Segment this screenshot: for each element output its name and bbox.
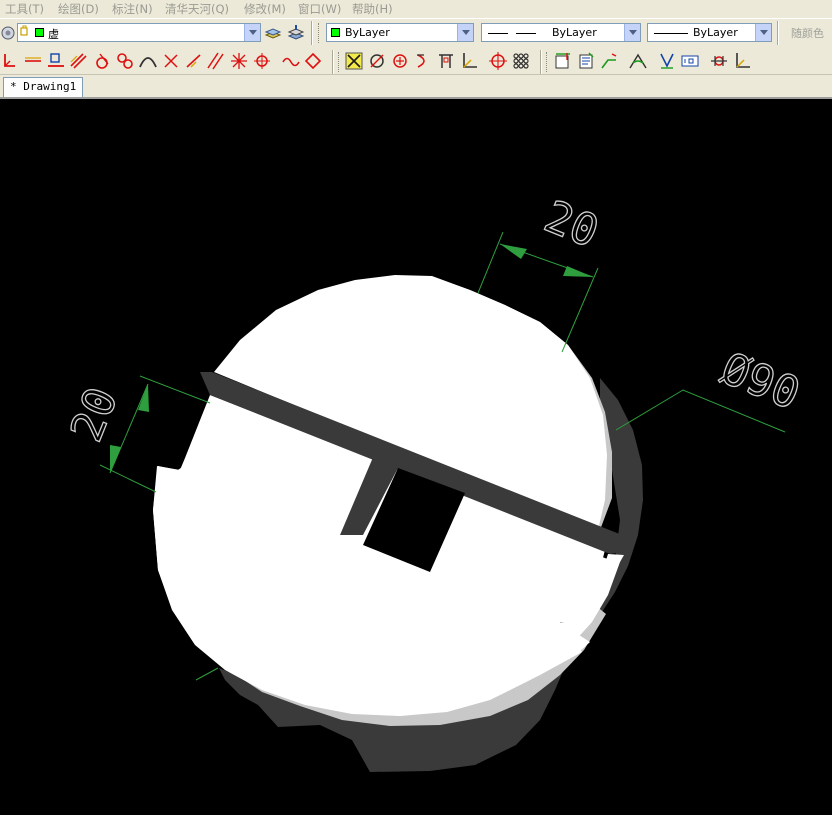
color-dropdown-arrow[interactable] [457, 24, 473, 41]
align-icon[interactable] [45, 50, 67, 72]
offset-icon[interactable] [67, 50, 89, 72]
layer-combo[interactable]: 虚 [17, 23, 261, 42]
linetype-combo[interactable]: ByLayer [481, 23, 641, 42]
menu-dimension[interactable]: 标注(N) [112, 1, 153, 17]
menu-draw[interactable]: 绘图(D) [58, 1, 99, 17]
linetype-combo-value: ByLayer [552, 26, 597, 39]
drawing-viewport[interactable]: 20 20 Ø90 [0, 99, 832, 815]
line-icon[interactable] [22, 50, 44, 72]
parallel-lines-icon[interactable] [205, 50, 227, 72]
explode-icon[interactable] [228, 50, 250, 72]
array-icon[interactable] [510, 50, 532, 72]
snap-perpendicular-icon[interactable] [435, 50, 457, 72]
dimension-arrow [110, 445, 121, 473]
layer-state-icons [20, 25, 28, 36]
circle-diameter-icon[interactable] [366, 50, 388, 72]
dimension-arrow [500, 244, 527, 259]
center-mark-icon[interactable] [251, 50, 273, 72]
extend-icon[interactable] [183, 50, 205, 72]
plot-style-combo: 随颜色 [791, 27, 824, 40]
lineweight-dropdown-arrow[interactable] [755, 24, 771, 41]
target-icon[interactable] [487, 50, 509, 72]
dimension-text-top: 20 [537, 191, 605, 258]
color-swatch [331, 28, 340, 37]
break-icon[interactable] [114, 50, 136, 72]
layer-color-swatch [35, 28, 44, 37]
snap-insertion-icon[interactable] [458, 50, 480, 72]
dimension-linear-icon[interactable] [552, 50, 574, 72]
fillet-icon[interactable] [91, 50, 113, 72]
trim-icon[interactable] [160, 50, 182, 72]
lineweight-combo-value: ByLayer [693, 26, 738, 39]
drawing-canvas[interactable]: 20 20 Ø90 [0, 99, 832, 815]
menu-help[interactable]: 帮助(H) [352, 1, 393, 17]
tolerance-icon[interactable] [656, 50, 678, 72]
dimension-text-icon[interactable] [679, 50, 701, 72]
make-current-layer-icon[interactable] [264, 24, 282, 42]
dimension-arrow [138, 384, 149, 412]
document-tabs: * Drawing1 [0, 75, 832, 99]
object-snap-icon[interactable] [343, 50, 365, 72]
dimension-ordinate-icon[interactable] [731, 50, 753, 72]
arc-icon[interactable] [137, 50, 159, 72]
lineweight-combo[interactable]: ByLayer [647, 23, 772, 42]
color-combo-value: ByLayer [345, 26, 390, 39]
menu-window[interactable]: 窗口(W) [298, 1, 341, 17]
dimension-text-left: 20 [61, 380, 128, 448]
linetype-dropdown-arrow[interactable] [624, 24, 640, 41]
layer-previous-icon[interactable] [287, 24, 305, 42]
tab-drawing1[interactable]: * Drawing1 [3, 77, 84, 97]
snap-center-icon[interactable] [389, 50, 411, 72]
layer-combo-value: 虚 [48, 28, 59, 41]
polygon-icon[interactable] [302, 50, 324, 72]
dimension-aligned-icon[interactable] [575, 50, 597, 72]
spline-icon[interactable] [280, 50, 302, 72]
layer-dropdown-arrow[interactable] [244, 24, 260, 41]
draw-modify-toolbar [0, 48, 832, 75]
dimension-center-icon[interactable] [708, 50, 730, 72]
menu-tsinghua-tianhe[interactable]: 清华天河(Q) [165, 1, 229, 17]
ucs-icon[interactable] [0, 50, 22, 72]
dimension-arrow [563, 266, 593, 277]
leader-icon[interactable] [598, 50, 620, 72]
menu-bar: 工具(T) 绘图(D) 标注(N) 清华天河(Q) 修改(M) 窗口(W) 帮助… [0, 0, 832, 18]
snap-tangent-icon[interactable] [412, 50, 434, 72]
properties-toolbar: 虚 ByLayer ByLayer ByLayer 随颜色 [0, 18, 832, 49]
dimension-angular-icon[interactable] [627, 50, 649, 72]
color-combo[interactable]: ByLayer [326, 23, 474, 42]
menu-modify[interactable]: 修改(M) [244, 1, 286, 17]
layer-manager-icon[interactable] [0, 24, 18, 42]
menu-tools[interactable]: 工具(T) [5, 1, 44, 17]
